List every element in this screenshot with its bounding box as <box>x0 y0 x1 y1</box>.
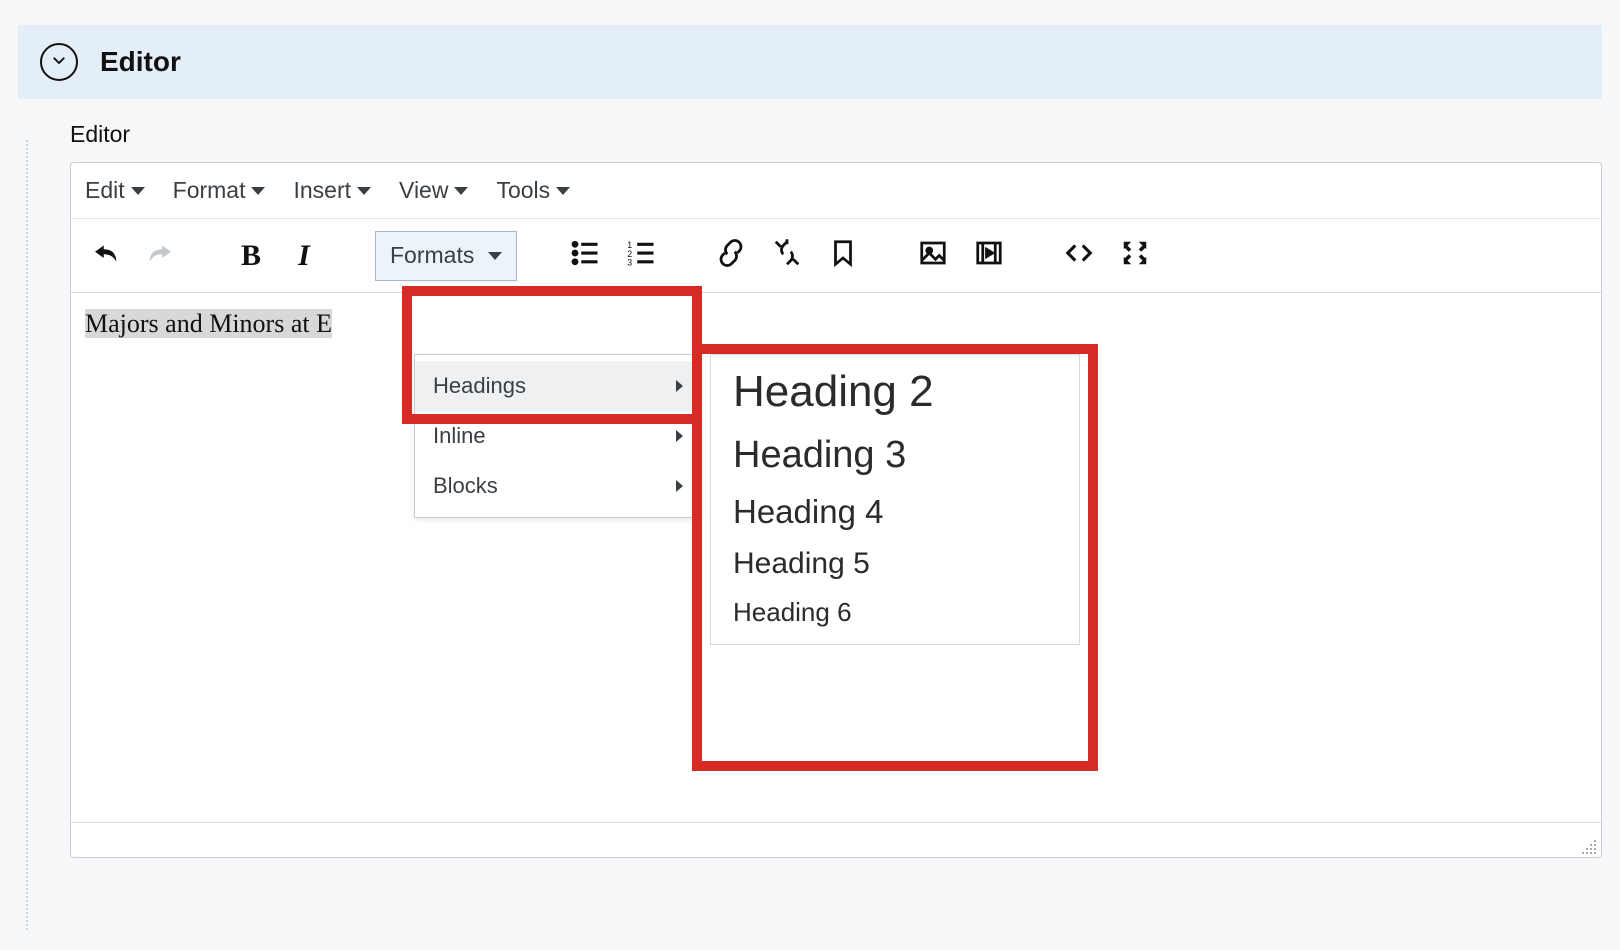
code-icon <box>1064 238 1094 273</box>
heading-4-option[interactable]: Heading 4 <box>711 485 1079 539</box>
content-text: Majors and Minors at E <box>85 309 332 338</box>
unlink-icon <box>772 238 802 273</box>
chevron-right-icon <box>676 380 683 392</box>
media-icon <box>974 238 1004 273</box>
menu-item-label: Inline <box>433 423 486 449</box>
caret-down-icon <box>357 187 371 195</box>
chevron-down-icon <box>50 51 68 74</box>
caret-down-icon <box>488 252 502 260</box>
chevron-right-icon <box>676 430 683 442</box>
editor-label: Editor <box>70 121 1602 148</box>
formats-menu: Headings Inline Blocks <box>414 354 702 518</box>
fullscreen-icon <box>1120 238 1150 273</box>
caret-down-icon <box>454 187 468 195</box>
numbered-list-icon: 123 <box>626 238 656 273</box>
formats-dropdown-button[interactable]: Formats <box>375 231 517 281</box>
menu-insert-label: Insert <box>293 177 351 204</box>
undo-button[interactable] <box>77 228 133 284</box>
svg-text:3: 3 <box>628 258 633 268</box>
heading-6-option[interactable]: Heading 6 <box>711 590 1079 636</box>
link-icon <box>716 238 746 273</box>
heading-5-option[interactable]: Heading 5 <box>711 539 1079 590</box>
headings-submenu: Heading 2 Heading 3 Heading 4 Heading 5 … <box>710 354 1080 645</box>
caret-down-icon <box>251 187 265 195</box>
menu-item-label: Blocks <box>433 473 498 499</box>
heading-2-option[interactable]: Heading 2 <box>711 359 1079 426</box>
status-bar <box>71 823 1601 857</box>
chevron-right-icon <box>676 480 683 492</box>
menu-format-label: Format <box>173 177 246 204</box>
dotted-gutter <box>26 140 28 930</box>
menu-edit-label: Edit <box>85 177 125 204</box>
insert-link-button[interactable] <box>703 228 759 284</box>
formats-menu-inline[interactable]: Inline <box>415 411 701 461</box>
formats-menu-blocks[interactable]: Blocks <box>415 461 701 511</box>
image-icon <box>918 238 948 273</box>
menu-tools[interactable]: Tools <box>496 177 570 204</box>
collapse-toggle[interactable] <box>40 43 78 81</box>
formats-menu-headings[interactable]: Headings <box>415 361 701 411</box>
menu-view[interactable]: View <box>399 177 468 204</box>
bold-button[interactable]: B <box>223 228 279 284</box>
toolbar: B I Formats <box>71 219 1601 293</box>
fullscreen-button[interactable] <box>1107 228 1163 284</box>
source-code-button[interactable] <box>1051 228 1107 284</box>
menu-view-label: View <box>399 177 448 204</box>
bullet-list-button[interactable] <box>557 228 613 284</box>
menu-edit[interactable]: Edit <box>85 177 145 204</box>
bullet-list-icon <box>570 238 600 273</box>
heading-3-option[interactable]: Heading 3 <box>711 426 1079 486</box>
menubar: Edit Format Insert View Tools <box>71 163 1601 219</box>
undo-icon <box>90 238 120 273</box>
insert-media-button[interactable] <box>961 228 1017 284</box>
caret-down-icon <box>131 187 145 195</box>
redo-button[interactable] <box>133 228 189 284</box>
section-title: Editor <box>100 46 181 78</box>
menu-format[interactable]: Format <box>173 177 266 204</box>
menu-tools-label: Tools <box>496 177 550 204</box>
redo-icon <box>146 238 176 273</box>
insert-image-button[interactable] <box>905 228 961 284</box>
italic-button[interactable]: I <box>279 228 335 284</box>
menu-insert[interactable]: Insert <box>293 177 371 204</box>
bookmark-icon <box>828 238 858 273</box>
remove-link-button[interactable] <box>759 228 815 284</box>
numbered-list-button[interactable]: 123 <box>613 228 669 284</box>
caret-down-icon <box>556 187 570 195</box>
resize-grip-icon[interactable] <box>1581 839 1597 855</box>
section-header: Editor <box>18 25 1602 99</box>
menu-item-label: Headings <box>433 373 526 399</box>
anchor-button[interactable] <box>815 228 871 284</box>
formats-label: Formats <box>390 242 474 269</box>
